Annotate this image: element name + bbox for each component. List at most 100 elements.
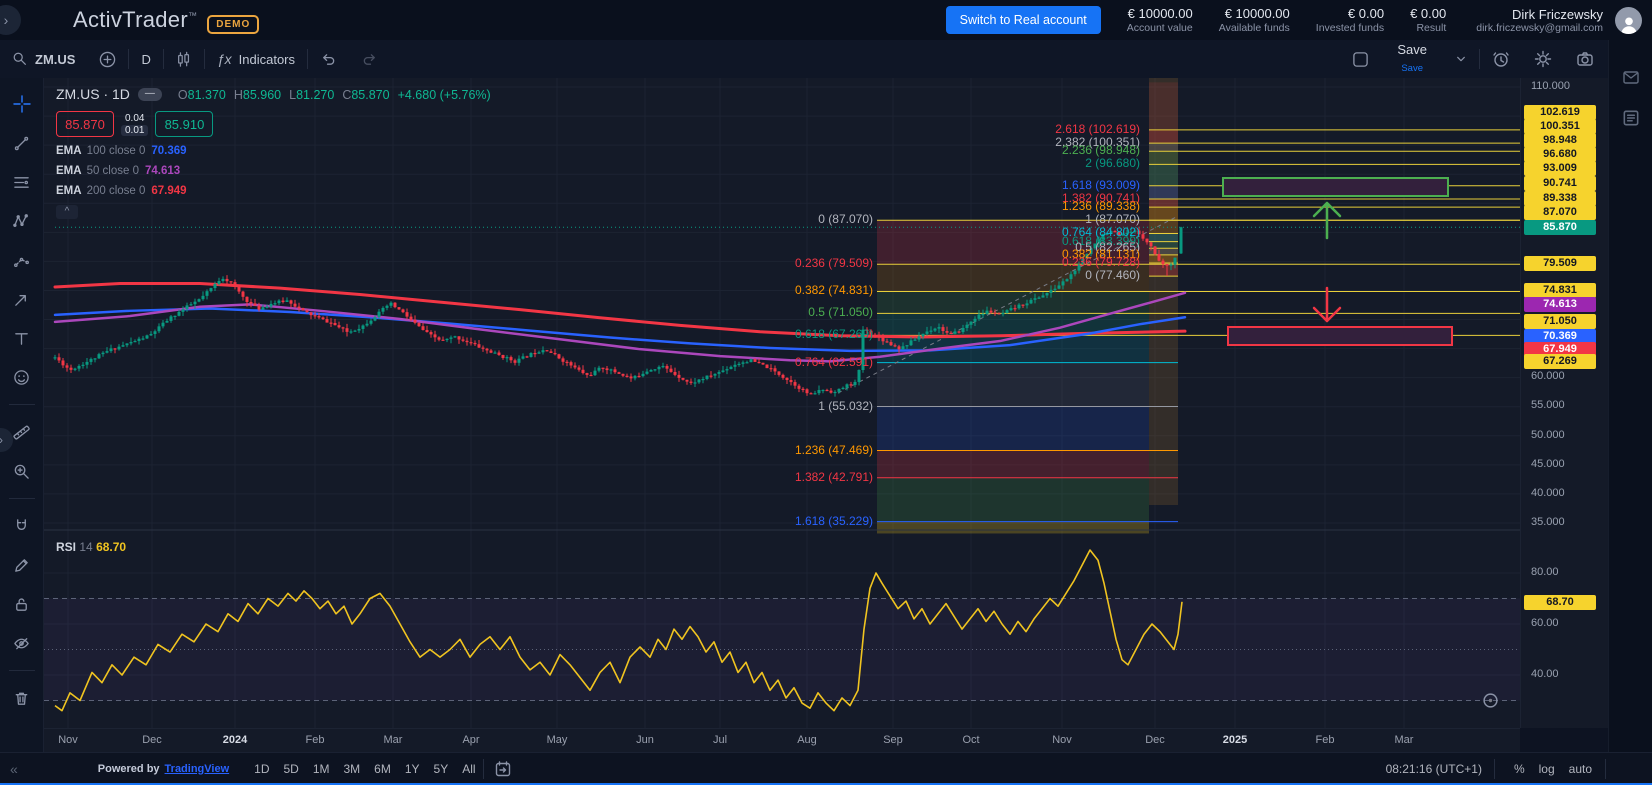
compare-add-button[interactable] [87, 51, 128, 68]
settings-button[interactable] [1522, 50, 1564, 68]
candle-body [782, 375, 785, 378]
candle-body [646, 372, 649, 374]
axis-price-label: 90.741 [1524, 176, 1596, 191]
range-button-all[interactable]: All [455, 759, 482, 779]
candle-body [1010, 308, 1013, 310]
legend-symbol[interactable]: ZM.US · 1D [56, 86, 130, 102]
ema-legend-row[interactable]: EMA 100 close 0 70.369 [56, 145, 491, 157]
clock[interactable]: 08:21:16 (UTC+1) [1386, 762, 1482, 776]
log-scale-button[interactable]: log [1532, 759, 1562, 779]
symbol-search[interactable]: ZM.US [0, 51, 87, 67]
save-menu-button[interactable] [1443, 54, 1479, 64]
range-button-6m[interactable]: 6M [367, 759, 398, 779]
app-logo: ActivTrader™ [73, 7, 197, 33]
range-button-5d[interactable]: 5D [276, 759, 305, 779]
ema-legend-row[interactable]: EMA200 close 067.949 [56, 185, 491, 197]
candle-body [570, 362, 573, 365]
buy-button[interactable]: 85.910 [155, 111, 213, 137]
chart-legend[interactable]: ZM.US · 1D — O81.370H85.960L81.270C85.87… [56, 86, 491, 219]
stat-value: € 0.00 [1410, 6, 1446, 21]
stat-value: € 0.00 [1316, 6, 1384, 21]
candle-body [66, 365, 69, 367]
sidebar-expand-button[interactable]: › [0, 5, 21, 35]
user-info[interactable]: Dirk Friczewsky dirk.friczewsky@gmail.co… [1476, 7, 1603, 34]
chart-type-button[interactable] [164, 51, 204, 68]
account-stat: € 10000.00Available funds [1219, 6, 1290, 34]
interval-button[interactable]: D [129, 52, 162, 67]
ema-legend-row[interactable]: EMA50 close 074.613 [56, 165, 491, 177]
candle-body [682, 378, 685, 380]
candle-body [190, 304, 193, 305]
range-button-5y[interactable]: 5Y [427, 759, 456, 779]
demo-badge: DEMO [207, 15, 259, 34]
candle-body [710, 376, 713, 377]
drawing-mode-button[interactable] [8, 551, 36, 579]
candle-body [530, 353, 533, 357]
collapse-pane-icon[interactable]: « [10, 761, 18, 777]
rsi-legend[interactable]: RSI 14 68.70 [56, 540, 126, 554]
text-tool[interactable] [8, 324, 36, 352]
candle-body [466, 341, 469, 342]
stat-value: € 10000.00 [1219, 6, 1290, 21]
ema-params: 100 close 0 [87, 145, 146, 157]
candle-body [102, 353, 105, 354]
arrow-marker-tool[interactable] [8, 285, 36, 313]
fullscreen-checkbox[interactable] [1340, 51, 1381, 68]
switch-to-real-button[interactable]: Switch to Real account [946, 6, 1101, 34]
ema-value: 70.369 [151, 145, 186, 157]
range-button-3m[interactable]: 3M [337, 759, 368, 779]
avatar[interactable] [1615, 7, 1642, 34]
trend-line-tool[interactable] [8, 129, 36, 157]
redo-button[interactable] [349, 52, 390, 67]
candle-body [82, 365, 85, 366]
lock-drawings-button[interactable] [8, 590, 36, 618]
candle-body [126, 343, 129, 345]
mail-icon[interactable] [1621, 68, 1641, 86]
range-button-1y[interactable]: 1Y [398, 759, 427, 779]
auto-scale-button[interactable]: auto [1562, 759, 1599, 779]
emoji-tool[interactable] [8, 363, 36, 391]
tradingview-link[interactable]: TradingView [165, 763, 230, 775]
candle-body [846, 384, 849, 388]
alert-button[interactable] [1480, 50, 1522, 68]
undo-button[interactable] [308, 52, 349, 67]
candle-body [898, 346, 901, 349]
remove-drawings-button[interactable] [8, 684, 36, 712]
candle-body [514, 360, 517, 363]
pattern-tool[interactable] [8, 207, 36, 235]
crosshair-tool[interactable] [8, 90, 36, 118]
snapshot-button[interactable] [1564, 50, 1606, 68]
candle-body [1122, 234, 1125, 235]
hide-drawings-button[interactable] [8, 629, 36, 657]
candle-body [734, 365, 737, 367]
candle-body [758, 362, 761, 363]
range-button-1m[interactable]: 1M [306, 759, 337, 779]
stat-value: € 10000.00 [1127, 6, 1193, 21]
fib-band [1149, 242, 1178, 249]
forecast-tool[interactable] [8, 246, 36, 274]
candle-body [450, 337, 453, 338]
save-button[interactable]: Save Save [1385, 44, 1439, 75]
candle-body [378, 312, 381, 317]
fib-retracement-tool[interactable] [8, 168, 36, 196]
price-axis[interactable]: 110.00060.00055.00050.00045.00040.00035.… [1520, 78, 1609, 728]
eye-off-icon [13, 635, 30, 652]
time-axis-label: Dec [122, 734, 182, 746]
magnet-mode-button[interactable] [8, 512, 36, 540]
sell-button[interactable]: 85.870 [56, 111, 114, 137]
ema-name: EMA [56, 145, 82, 157]
percent-scale-button[interactable]: % [1507, 759, 1532, 779]
time-axis[interactable]: NovDec2024FebMarAprMayJunJulAugSepOctNov… [44, 728, 1520, 753]
legend-collapse-pill[interactable]: — [138, 88, 162, 101]
zoom-in-tool[interactable] [8, 457, 36, 485]
stat-label: Invested funds [1316, 22, 1384, 34]
candle-body [122, 345, 125, 346]
news-icon[interactable] [1621, 108, 1641, 128]
legend-collapse-button[interactable]: ^ [56, 205, 78, 219]
candle-body [738, 364, 741, 365]
indicators-button[interactable]: ƒx Indicators [205, 51, 307, 67]
go-to-date-button[interactable] [494, 760, 512, 778]
candle-body [1154, 246, 1157, 254]
candle-body [518, 359, 521, 363]
range-button-1d[interactable]: 1D [247, 759, 276, 779]
